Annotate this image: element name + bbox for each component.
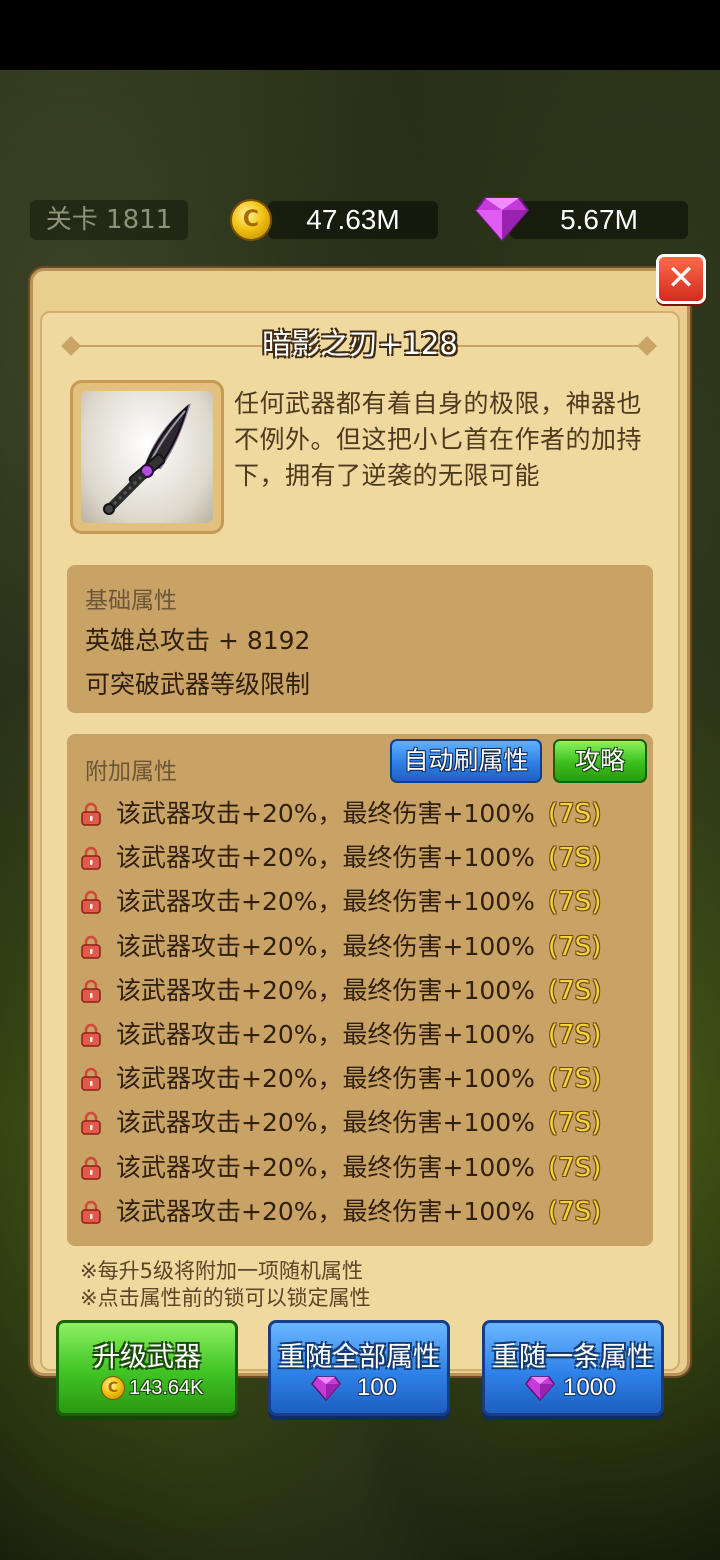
upgrade-note: ※每升5级将附加一项随机属性 [80,1259,363,1283]
reroll-one-label: 重随一条属性 [492,1342,654,1373]
lock-icon[interactable] [80,1111,102,1136]
status-bar [0,0,720,70]
reroll-one-button[interactable]: 重随一条属性 1000 [482,1320,664,1416]
attribute-text: 该武器攻击+20%，最终伤害+100% [116,931,535,961]
attribute-text: 该武器攻击+20%，最终伤害+100% [116,1108,535,1138]
lock-icon[interactable] [80,846,102,870]
upgrade-cost: C 143.64K [59,1373,235,1403]
lock-icon[interactable] [80,1067,102,1091]
attribute-tier: (7S) [548,799,602,829]
attribute-row: 该武器攻击+20%，最终伤害+100% (7S) [80,1015,640,1055]
upgrade-weapon-label: 升级武器 [93,1342,201,1373]
auto-refresh-button[interactable]: 自动刷属性 [390,739,542,783]
attribute-text: 该武器攻击+20%，最终伤害+100% [116,843,535,873]
close-button[interactable]: ✕ [656,254,706,304]
reroll-one-cost-value: 1000 [563,1374,617,1401]
reroll-all-cost: 100 [271,1373,447,1403]
attribute-row: 该武器攻击+20%，最终伤害+100% (7S) [80,1059,640,1099]
extra-attributes-title: 附加属性 [85,759,177,785]
lock-icon[interactable] [80,1156,102,1180]
attribute-tier: (7S) [548,887,602,918]
gem-icon [311,1376,341,1401]
coin-icon: C [230,199,272,241]
upgrade-weapon-button[interactable]: 升级武器 C 143.64K [56,1320,238,1416]
attribute-text: 该武器攻击+20%，最终伤害+100% [116,1196,535,1226]
attribute-row: 该武器攻击+20%，最终伤害+100% (7S) [80,1103,640,1143]
attribute-text: 该武器攻击+20%，最终伤害+100% [116,1020,535,1049]
attribute-text: 该武器攻击+20%，最终伤害+100% [116,975,535,1005]
base-attribute-line: 可突破武器等级限制 [85,670,311,699]
attribute-row: 该武器攻击+20%，最终伤害+100% (7S) [80,927,640,967]
attribute-text: 该武器攻击+20%，最终伤害+100% [116,1152,535,1182]
attribute-row: 该武器攻击+20%，最终伤害+100% (7S) [80,971,640,1011]
lock-icon[interactable] [80,979,102,1003]
reroll-one-cost: 1000 [485,1373,661,1403]
reroll-all-cost-value: 100 [357,1374,398,1401]
attribute-tier: (7S) [548,1196,602,1227]
lock-icon[interactable] [80,890,102,915]
coin-icon: C [101,1376,125,1400]
coin-balance: 47.63M [268,201,438,239]
attribute-tier: (7S) [548,843,602,874]
gem-icon [525,1376,555,1401]
attribute-row: 该武器攻击+20%，最终伤害+100% (7S) [80,1192,640,1232]
attribute-tier: (7S) [548,1152,602,1183]
guide-button[interactable]: 攻略 [553,739,647,783]
attribute-row: 该武器攻击+20%，最终伤害+100% (7S) [80,882,640,922]
attribute-tier: (7S) [548,1020,602,1050]
attribute-row: 该武器攻击+20%，最终伤害+100% (7S) [80,1148,640,1188]
stage-label: 关卡 1811 [30,200,188,240]
base-attributes-title: 基础属性 [85,588,177,614]
attribute-text: 该武器攻击+20%，最终伤害+100% [116,799,535,828]
reroll-all-label: 重随全部属性 [278,1342,440,1373]
base-attributes-section: 基础属性 英雄总攻击 + 8192 可突破武器等级限制 [67,565,653,713]
base-attribute-line: 英雄总攻击 + 8192 [85,626,311,655]
lock-icon[interactable] [80,935,102,959]
attribute-text: 该武器攻击+20%，最终伤害+100% [116,887,535,917]
attribute-text: 该武器攻击+20%，最终伤害+100% [116,1064,535,1094]
dagger-icon [103,403,191,515]
attribute-tier: (7S) [548,931,602,962]
attribute-row: 该武器攻击+20%，最终伤害+100% (7S) [80,838,640,878]
lock-note: ※点击属性前的锁可以锁定属性 [80,1286,371,1310]
attribute-tier: (7S) [548,975,602,1006]
weapon-icon-frame [70,380,224,534]
attribute-tier: (7S) [548,1108,602,1139]
attribute-tier: (7S) [548,1064,602,1095]
attribute-row: 该武器攻击+20%，最终伤害+100% (7S) [80,794,640,834]
upgrade-cost-value: 143.64K [129,1377,204,1399]
reroll-all-button[interactable]: 重随全部属性 100 [268,1320,450,1416]
weapon-description: 任何武器都有着自身的极限，神器也不例外。但这把小匕首在作者的加持下，拥有了逆袭的… [234,389,643,490]
lock-icon[interactable] [80,1023,102,1047]
weapon-image [81,391,213,523]
lock-icon[interactable] [80,802,102,826]
weapon-title: 暗影之刃+128 [262,327,458,361]
gem-icon [475,197,529,242]
lock-icon[interactable] [80,1200,102,1224]
gem-balance: 5.67M [510,201,688,239]
